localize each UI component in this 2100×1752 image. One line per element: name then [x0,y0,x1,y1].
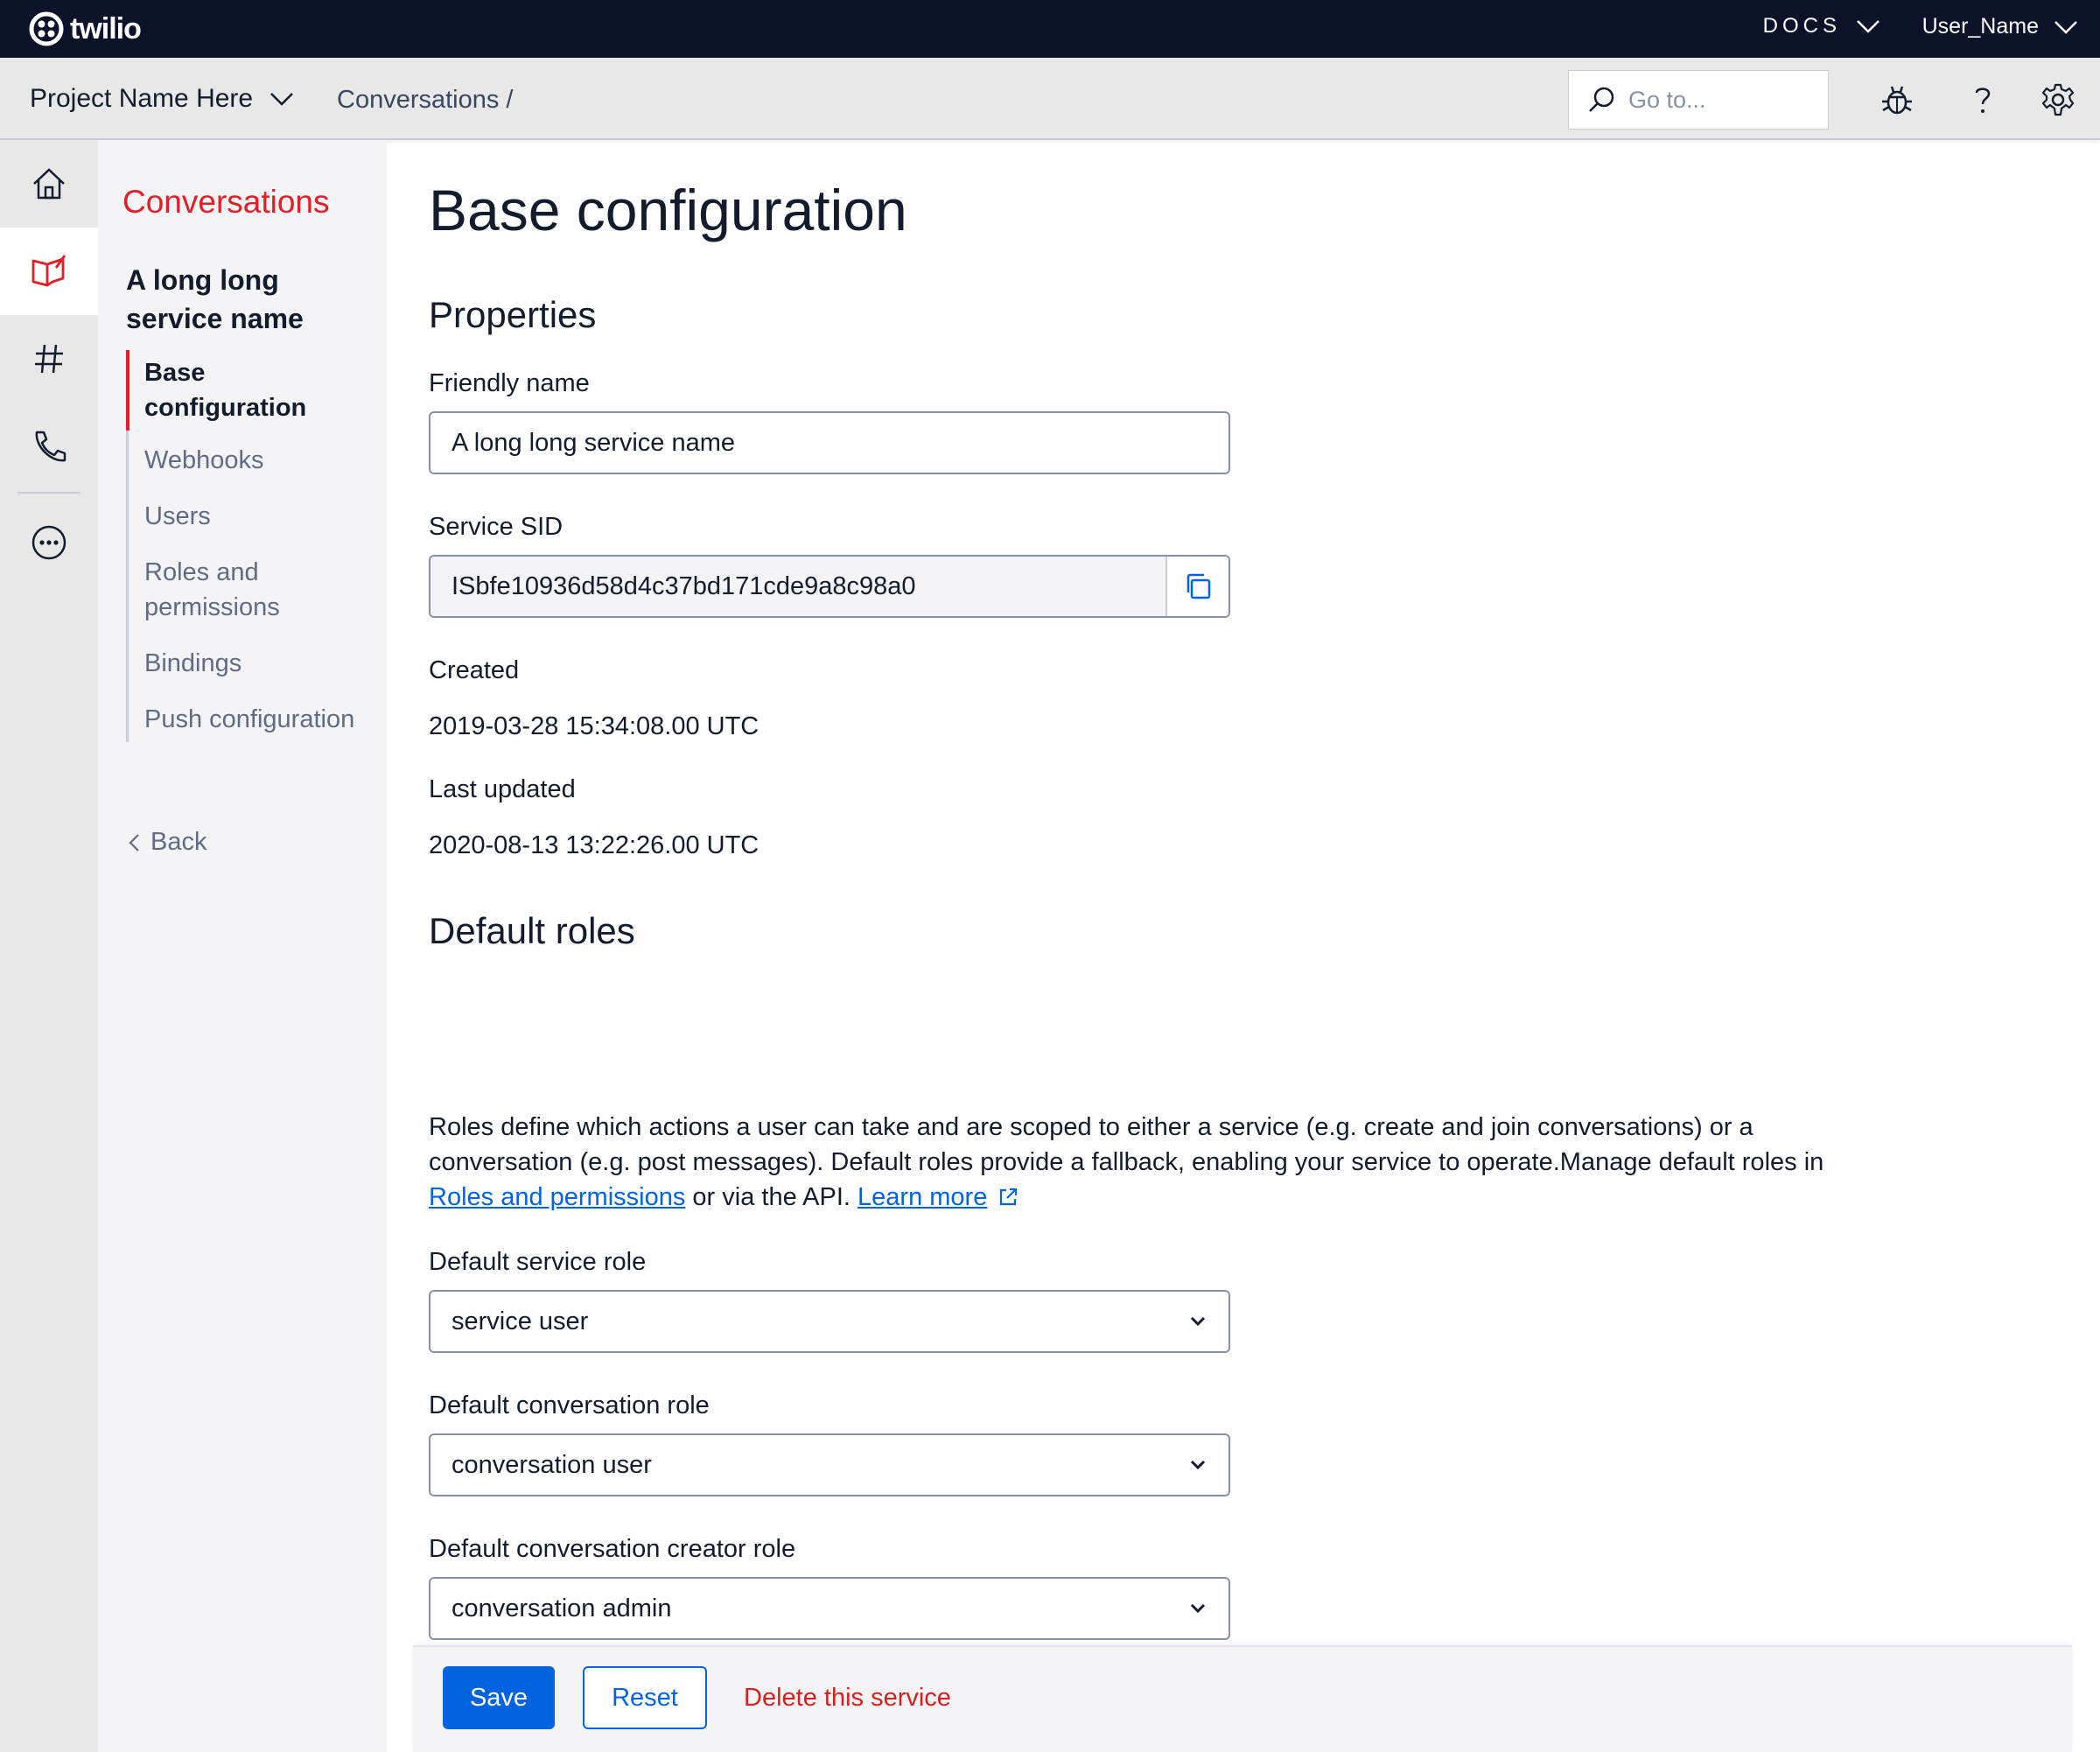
rail-item-phone-numbers[interactable] [0,315,98,403]
friendly-name-input[interactable] [430,413,1228,473]
default-roles-description: Roles define which actions a user can ta… [429,1110,1829,1215]
learn-more-link[interactable]: Learn more [858,1183,987,1211]
service-sid-label: Service SID [429,513,564,541]
default-conversation-role-value: conversation user [452,1450,652,1479]
delete-service-button[interactable]: Delete this service [733,1666,962,1729]
description-text-1: Roles define which actions a user can ta… [429,1113,1824,1176]
chevron-down-icon [1190,1460,1206,1470]
breadcrumb[interactable]: Conversations / [337,86,514,115]
rail-item-voice[interactable] [0,403,98,490]
chevron-down-icon [270,93,293,106]
copy-sid-button[interactable] [1166,557,1228,616]
rail-divider [18,492,80,494]
rail-item-conversations[interactable] [0,228,98,315]
service-sid-input[interactable] [430,557,1228,616]
copy-icon [1186,573,1211,599]
nav-item-roles-and-permissions[interactable]: Roles and permissions [129,550,371,630]
more-icon [32,525,66,560]
logo-text: twilio [70,11,142,46]
friendly-name-field[interactable] [429,411,1230,474]
description-text-2: or via the API. [692,1183,850,1211]
reset-button[interactable]: Reset [583,1666,707,1729]
nav-service-name: A long long service name [126,264,304,334]
service-nav: Conversations A long long service name B… [98,140,387,1752]
nav-item-webhooks[interactable]: Webhooks [129,438,371,483]
nav-item-push-configuration[interactable]: Push configuration [129,697,371,742]
default-creator-role-select[interactable]: conversation admin [429,1577,1230,1640]
hash-icon [35,344,63,374]
user-menu[interactable]: User_Name [1922,14,2079,39]
search-input[interactable] [1628,86,1803,114]
user-name: User_Name [1922,14,2039,39]
main-content: Base configuration Properties Friendly n… [387,140,2100,1752]
docs-label: DOCS [1762,14,1841,38]
chevron-left-icon [129,833,139,851]
product-rail [0,140,98,1752]
chevron-down-icon [1857,20,1880,33]
default-roles-heading: Default roles [429,910,635,951]
rail-item-home[interactable] [0,140,98,228]
project-switcher[interactable]: Project Name Here [30,84,295,114]
settings-gear-icon[interactable] [2040,82,2076,117]
external-link-icon [1000,1188,1018,1206]
home-icon [33,168,65,200]
docs-menu[interactable]: DOCS [1763,14,1881,39]
twilio-logo-icon [29,11,64,46]
default-service-role-value: service user [452,1307,589,1335]
roles-and-permissions-link[interactable]: Roles and permissions [429,1183,685,1211]
friendly-name-label: Friendly name [429,369,590,397]
search-icon [1589,87,1614,112]
action-footer: Save Reset Delete this service [413,1645,2072,1752]
goto-search[interactable] [1568,70,1829,130]
default-creator-role-label: Default conversation creator role [429,1535,796,1563]
back-link[interactable]: Back [126,828,206,857]
chevron-down-icon [2054,20,2077,34]
last-updated-value: 2020-08-13 13:22:26.00 UTC [429,831,760,859]
nav-section-title[interactable]: Conversations [122,184,330,221]
default-service-role-select[interactable]: service user [429,1290,1230,1353]
nav-list: Base configuration Webhooks Users Roles … [126,350,371,742]
last-updated-label: Last updated [429,775,576,803]
service-sid-field [429,555,1230,618]
chevron-down-icon [1190,1603,1206,1614]
created-label: Created [429,656,520,684]
properties-heading: Properties [429,294,597,335]
default-service-role-label: Default service role [429,1248,647,1276]
back-label: Back [150,828,207,856]
save-button[interactable]: Save [443,1666,555,1729]
page-title: Base configuration [429,178,907,242]
phone-icon [35,431,66,462]
rail-item-more[interactable] [0,499,98,586]
created-value: 2019-03-28 15:34:08.00 UTC [429,712,760,740]
chevron-down-icon [1190,1316,1206,1327]
help-question-icon[interactable] [1965,82,2000,117]
nav-item-base-configuration[interactable]: Base configuration [126,350,371,431]
debugger-bug-icon[interactable] [1880,82,1914,117]
twilio-logo[interactable]: twilio [28,11,142,47]
default-conversation-role-label: Default conversation role [429,1391,710,1419]
nav-item-bindings[interactable]: Bindings [129,641,371,686]
project-bar: Project Name Here Conversations / [0,58,2100,140]
default-creator-role-value: conversation admin [452,1594,672,1622]
project-name: Project Name Here [30,84,254,113]
conversations-icon [32,255,66,287]
top-bar: twilio DOCS User_Name [0,0,2100,58]
default-conversation-role-select[interactable]: conversation user [429,1433,1230,1496]
nav-item-users[interactable]: Users [129,494,371,539]
